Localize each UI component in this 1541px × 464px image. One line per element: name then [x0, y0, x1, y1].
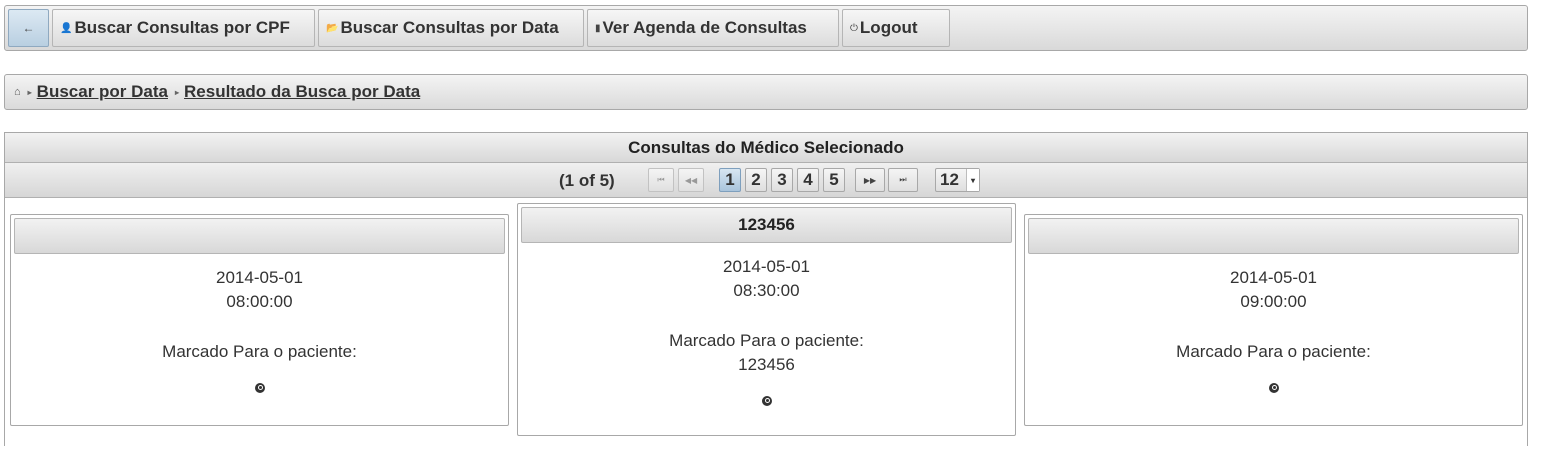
- menu-logout-label: Logout: [859, 18, 918, 37]
- chevron-right-icon: ▸: [27, 87, 32, 97]
- next-page-button[interactable]: ▶▶: [855, 168, 885, 192]
- consulta-card: 2014-05-01 08:00:00 Marcado Para o pacie…: [10, 214, 509, 426]
- paginator: (1 of 5) ⏮ ◀◀ 1 2 3 4 5 ▶▶ ⏭ 12 ▾: [5, 163, 1527, 198]
- breadcrumb: ⌂ ▸ Buscar por Data ▸ Resultado da Busca…: [4, 74, 1528, 110]
- rows-per-page-select[interactable]: 12 ▾: [935, 168, 980, 192]
- page-4-button[interactable]: 4: [797, 168, 819, 192]
- paginator-status: (1 of 5): [559, 171, 615, 190]
- card-header: 123456: [521, 207, 1012, 243]
- page-1-button[interactable]: 1: [719, 168, 741, 192]
- main-menubar: ← 👤 Buscar Consultas por CPF 📂 Buscar Co…: [4, 5, 1528, 51]
- menu-ver-agenda[interactable]: ▮ Ver Agenda de Consultas: [587, 9, 839, 47]
- patient-value: 123456: [738, 355, 795, 374]
- menu-logout[interactable]: ⏻ Logout: [842, 9, 950, 47]
- search-icon[interactable]: [761, 396, 772, 406]
- consulta-card: 2014-05-01 09:00:00 Marcado Para o pacie…: [1024, 214, 1523, 426]
- consulta-card: 123456 2014-05-01 08:30:00 Marcado Para …: [517, 203, 1016, 436]
- panel-title: Consultas do Médico Selecionado: [5, 133, 1527, 163]
- back-button[interactable]: ←: [8, 9, 49, 47]
- last-page-button[interactable]: ⏭: [888, 168, 918, 192]
- chevron-down-icon: ▾: [966, 169, 979, 191]
- consulta-date: 2014-05-01: [723, 257, 810, 276]
- consulta-time: 08:30:00: [733, 281, 800, 300]
- breadcrumb-resultado-busca[interactable]: Resultado da Busca por Data: [184, 82, 420, 102]
- card-header: [14, 218, 505, 254]
- prev-page-icon: ◀◀: [684, 175, 698, 185]
- page-3-button[interactable]: 3: [771, 168, 793, 192]
- search-icon[interactable]: [1268, 383, 1279, 393]
- chevron-right-icon: ▸: [175, 87, 180, 97]
- consulta-time: 09:00:00: [1240, 292, 1307, 311]
- prev-page-button[interactable]: ◀◀: [678, 168, 704, 192]
- home-icon[interactable]: ⌂: [14, 86, 21, 98]
- menu-ver-agenda-label: Ver Agenda de Consultas: [602, 18, 807, 37]
- rows-per-page-value: 12: [940, 170, 959, 189]
- patient-label: Marcado Para o paciente:: [162, 342, 357, 361]
- first-page-button[interactable]: ⏮: [648, 168, 674, 192]
- next-page-icon: ▶▶: [863, 175, 877, 185]
- menu-buscar-data[interactable]: 📂 Buscar Consultas por Data: [318, 9, 584, 47]
- consulta-date: 2014-05-01: [1230, 268, 1317, 287]
- consulta-time: 08:00:00: [226, 292, 293, 311]
- arrow-left-icon: ←: [22, 21, 35, 35]
- folder-open-icon: 📂: [326, 22, 339, 34]
- first-page-icon: ⏮: [657, 175, 665, 184]
- power-icon: ⏻: [850, 22, 858, 34]
- user-icon: 👤: [60, 22, 73, 34]
- patient-label: Marcado Para o paciente:: [1176, 342, 1371, 361]
- patient-label: Marcado Para o paciente:: [669, 331, 864, 350]
- page-2-button[interactable]: 2: [745, 168, 767, 192]
- menu-buscar-cpf[interactable]: 👤 Buscar Consultas por CPF: [52, 9, 315, 47]
- breadcrumb-buscar-por-data[interactable]: Buscar por Data: [37, 82, 168, 102]
- menu-buscar-cpf-label: Buscar Consultas por CPF: [74, 18, 290, 37]
- card-header: [1028, 218, 1519, 254]
- book-icon: ▮: [595, 22, 601, 34]
- consulta-date: 2014-05-01: [216, 268, 303, 287]
- page-5-button[interactable]: 5: [823, 168, 845, 192]
- search-icon[interactable]: [254, 383, 265, 393]
- menu-buscar-data-label: Buscar Consultas por Data: [340, 18, 559, 37]
- last-page-icon: ⏭: [899, 175, 907, 184]
